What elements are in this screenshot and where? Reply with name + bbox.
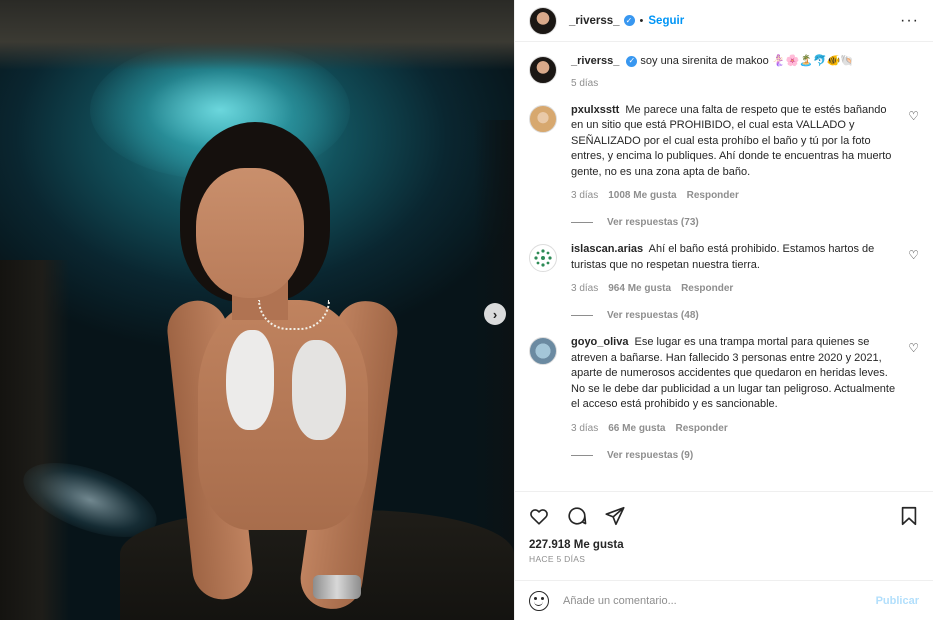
caption-text: soy una sirenita de makoo 🧜🏻‍♀️🌸🏝️🐬🐠🐚 [640,55,855,67]
reply-button[interactable]: Responder [687,190,739,201]
comment-button[interactable] [565,504,589,528]
figure-face [196,168,304,298]
post-date: HACE 5 DÍAS [529,554,586,564]
avatar[interactable] [529,104,557,133]
view-replies-label: Ver respuestas (73) [607,217,699,228]
comment-like-heart-icon[interactable]: ♡ [908,248,919,262]
comment-text: Me parece una falta de respeto que te es… [571,103,892,178]
view-replies-button[interactable]: Ver respuestas (48) [571,310,897,321]
share-icon [605,506,625,525]
caption: _riverss_ ✓ soy una sirenita de makoo 🧜🏻‍… [529,54,919,89]
comment-username[interactable]: islascan.arias [571,243,643,255]
separator-dot: • [639,14,644,27]
comment-input[interactable] [563,594,876,607]
comment-likes[interactable]: 964 Me gusta [608,283,671,294]
avatar[interactable] [529,337,557,365]
emoji-icon[interactable] [529,590,549,611]
reply-button[interactable]: Responder [676,423,728,434]
like-button[interactable] [527,504,551,528]
verified-badge-icon: ✓ [623,15,635,26]
figure-bikini-left [226,330,274,430]
comment-like-heart-icon[interactable]: ♡ [908,109,919,123]
share-button[interactable] [603,504,627,528]
comment-icon [568,506,587,525]
comment-time: 3 días [571,283,599,294]
comment-username[interactable]: pxulxsstt [571,104,619,116]
comment-likes[interactable]: 66 Me gusta [608,423,665,434]
save-button[interactable] [897,504,921,528]
comment-username[interactable]: goyo_oliva [571,336,628,348]
reply-button[interactable]: Responder [681,283,733,294]
verified-badge-icon: ✓ [626,55,638,67]
comment-time: 3 días [571,422,599,434]
comment-item: islascan.arias Ahí el baño está prohibid… [529,242,919,321]
cave-ceiling [0,0,514,70]
add-comment-bar: Publicar [515,580,933,620]
post-photo[interactable]: › [0,0,514,620]
publish-button[interactable]: Publicar [876,595,919,607]
action-bar [515,491,933,539]
post-modal: › _riverss_ ✓ • Seguir ··· _riverss_ ✓ so… [0,0,933,620]
comment-time: 3 días [571,190,599,201]
heart-icon [530,508,548,525]
bookmark-icon [901,506,917,525]
follow-button[interactable]: Seguir [648,15,684,27]
more-options-icon[interactable]: ··· [900,12,919,30]
header-username[interactable]: _riverss_ [569,15,620,27]
avatar[interactable] [529,6,557,35]
post-sidebar: _riverss_ ✓ • Seguir ··· _riverss_ ✓ soy … [514,0,933,620]
likes-count[interactable]: 227.918 Me gusta [515,539,933,551]
chevron-right-icon: › [492,306,498,322]
post-header: _riverss_ ✓ • Seguir ··· [515,0,933,42]
comment-item: goyo_oliva Ese lugar es una trampa morta… [529,335,919,461]
comment-like-heart-icon[interactable]: ♡ [908,341,919,355]
carousel-next-button[interactable]: › [484,303,506,325]
cave-wall-left [0,260,70,620]
view-replies-button[interactable]: Ver respuestas (9) [571,450,897,461]
comment-likes[interactable]: 1008 Me gusta [608,190,676,201]
avatar[interactable] [529,244,557,272]
figure-watch [313,575,361,599]
view-replies-label: Ver respuestas (9) [607,449,694,461]
view-replies-button[interactable]: Ver respuestas (73) [571,217,897,228]
avatar[interactable] [529,56,557,84]
caption-time: 5 días [571,77,599,89]
caption-username[interactable]: _riverss_ [571,55,619,67]
divider [571,315,593,316]
divider [571,222,593,223]
divider [571,454,593,456]
comments-list[interactable]: _riverss_ ✓ soy una sirenita de makoo 🧜🏻‍… [515,42,933,491]
comment-item: pxulxsstt Me parece una falta de respeto… [529,103,919,228]
snowflake-icon [534,249,552,267]
view-replies-label: Ver respuestas (48) [607,310,699,321]
figure-bikini-right [292,340,346,440]
